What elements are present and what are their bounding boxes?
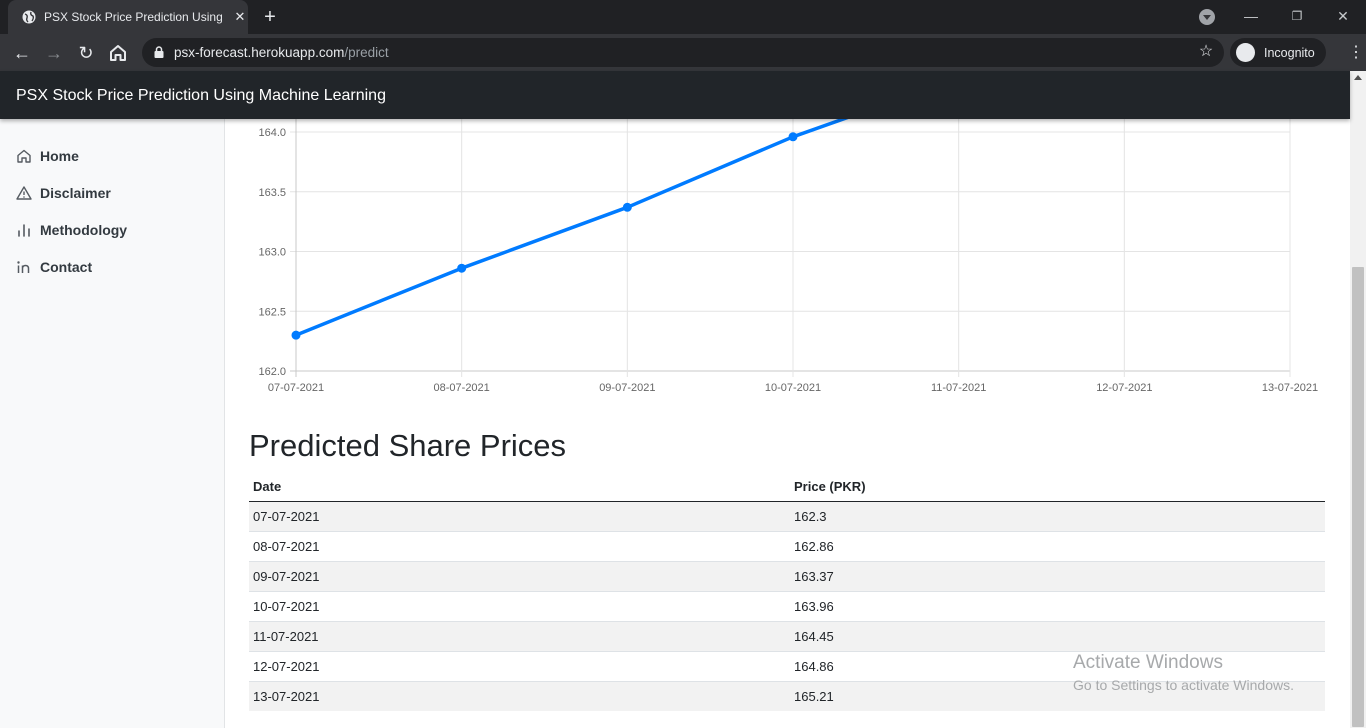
page-title: Predicted Share Prices bbox=[249, 428, 567, 463]
date-cell: 08-07-2021 bbox=[249, 530, 790, 561]
y-tick-label: 162.5 bbox=[258, 306, 286, 318]
bookmark-star-icon[interactable]: ☆ bbox=[1197, 43, 1215, 61]
main-content: 162.0 162.5 163.0 163.5 164.0 07-07-2021 08-07… bbox=[226, 119, 1350, 728]
column-header-date: Date bbox=[249, 472, 790, 502]
data-point bbox=[457, 263, 467, 273]
back-icon[interactable]: ← bbox=[10, 41, 34, 65]
browser-toolbar: ← → ↻ psx-forecast.herokuapp.com/predict… bbox=[0, 34, 1366, 71]
tab-search-icon[interactable] bbox=[1199, 9, 1215, 25]
new-tab-button[interactable]: + bbox=[260, 7, 280, 27]
url-host: psx-forecast.herokuapp.com bbox=[174, 45, 345, 60]
date-cell: 10-07-2021 bbox=[249, 590, 790, 621]
price-cell: 163.37 bbox=[790, 560, 1325, 591]
restore-icon[interactable]: ❐ bbox=[1287, 6, 1307, 26]
date-cell: 13-07-2021 bbox=[249, 680, 790, 711]
table-row: 09-07-2021 163.37 bbox=[249, 560, 1325, 591]
linkedin-icon bbox=[17, 261, 30, 273]
x-tick-label: 09-07-2021 bbox=[599, 382, 655, 394]
bar-chart-icon bbox=[18, 224, 30, 237]
window-close-icon[interactable]: ✕ bbox=[1333, 6, 1353, 26]
data-point bbox=[291, 330, 301, 340]
x-tick-label: 08-07-2021 bbox=[434, 382, 490, 394]
table-row: 07-07-2021 162.3 bbox=[249, 500, 1325, 531]
table-row: 10-07-2021 163.96 bbox=[249, 590, 1325, 621]
browser-tab-strip: PSX Stock Price Prediction Using ✕ + — ❐… bbox=[0, 0, 1366, 34]
table-row: 08-07-2021 162.86 bbox=[249, 530, 1325, 561]
incognito-label: Incognito bbox=[1264, 46, 1315, 60]
date-cell: 09-07-2021 bbox=[249, 560, 790, 591]
table-header-row: Date Price (PKR) bbox=[249, 472, 1325, 502]
y-tick-label: 163.0 bbox=[258, 247, 286, 259]
windows-activation-watermark: Activate Windows Go to Settings to activ… bbox=[1073, 652, 1294, 695]
url-path: /predict bbox=[344, 45, 389, 60]
data-point bbox=[788, 132, 798, 142]
sidebar: Home Disclaimer Methodology Contact bbox=[0, 119, 225, 728]
y-tick-label: 164.0 bbox=[258, 127, 286, 139]
date-cell: 11-07-2021 bbox=[249, 620, 790, 651]
column-header-price: Price (PKR) bbox=[790, 472, 1325, 502]
sidebar-item-label: Methodology bbox=[40, 222, 128, 238]
home-icon bbox=[17, 149, 31, 163]
forward-icon[interactable]: → bbox=[42, 41, 66, 65]
url-text: psx-forecast.herokuapp.com/predict bbox=[174, 45, 389, 61]
warning-icon bbox=[16, 186, 32, 200]
incognito-icon bbox=[1236, 43, 1255, 62]
incognito-badge[interactable]: Incognito bbox=[1230, 38, 1326, 67]
price-cell: 162.3 bbox=[790, 500, 1325, 531]
x-tick-label: 10-07-2021 bbox=[765, 382, 821, 394]
sidebar-item-label: Disclaimer bbox=[40, 185, 111, 201]
price-cell: 162.86 bbox=[790, 530, 1325, 561]
y-tick-label: 163.5 bbox=[258, 187, 286, 199]
close-tab-icon[interactable]: ✕ bbox=[232, 9, 248, 25]
lock-icon bbox=[154, 46, 164, 58]
scrollbar-thumb[interactable] bbox=[1352, 267, 1364, 727]
x-tick-label: 12-07-2021 bbox=[1096, 382, 1152, 394]
data-point bbox=[622, 202, 632, 212]
watermark-title: Activate Windows bbox=[1073, 652, 1223, 673]
globe-icon bbox=[22, 10, 36, 24]
sidebar-item-label: Home bbox=[40, 148, 79, 164]
browser-tab[interactable]: PSX Stock Price Prediction Using ✕ bbox=[8, 0, 248, 34]
x-tick-label: 07-07-2021 bbox=[268, 382, 324, 394]
tab-title: PSX Stock Price Prediction Using bbox=[44, 10, 223, 24]
table-row: 11-07-2021 164.45 bbox=[249, 620, 1325, 651]
site-navbar: PSX Stock Price Prediction Using Machine… bbox=[0, 71, 1350, 119]
date-cell: 12-07-2021 bbox=[249, 650, 790, 681]
browser-menu-icon[interactable]: ⋮ bbox=[1348, 43, 1364, 63]
reload-icon[interactable]: ↻ bbox=[74, 41, 98, 65]
y-tick-label: 162.0 bbox=[258, 366, 286, 378]
x-tick-label: 13-07-2021 bbox=[1262, 382, 1318, 394]
date-cell: 07-07-2021 bbox=[249, 500, 790, 531]
minimize-icon[interactable]: — bbox=[1241, 6, 1261, 26]
address-bar[interactable]: psx-forecast.herokuapp.com/predict ☆ bbox=[142, 38, 1224, 67]
price-cell: 163.96 bbox=[790, 590, 1325, 621]
home-page-icon[interactable] bbox=[106, 41, 130, 65]
scroll-up-arrow-icon[interactable] bbox=[1354, 75, 1362, 80]
watermark-subtitle: Go to Settings to activate Windows. bbox=[1073, 677, 1294, 693]
sidebar-item-label: Contact bbox=[40, 259, 93, 275]
price-line-chart: 162.0 162.5 163.0 163.5 164.0 07-07-2021 08-07… bbox=[258, 119, 1318, 394]
x-tick-label: 11-07-2021 bbox=[931, 382, 986, 394]
site-brand[interactable]: PSX Stock Price Prediction Using Machine… bbox=[16, 86, 386, 106]
page-scrollbar[interactable] bbox=[1350, 71, 1366, 728]
price-cell: 164.45 bbox=[790, 620, 1325, 651]
